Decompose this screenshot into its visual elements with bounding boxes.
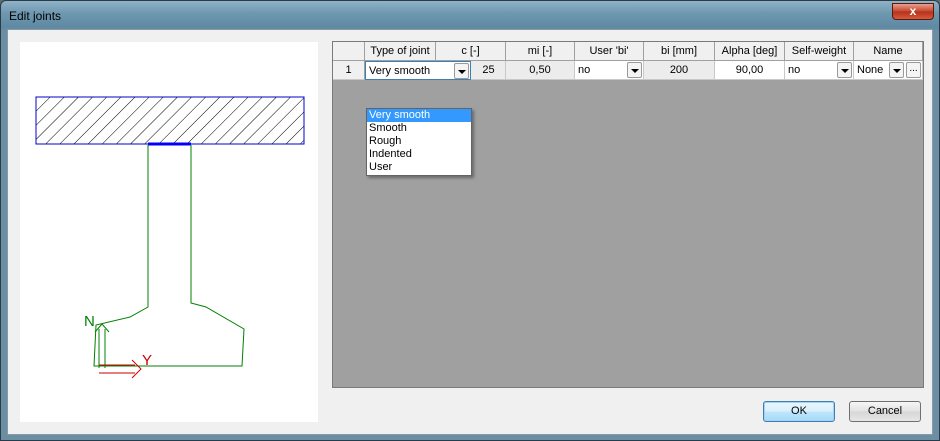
mi-cell[interactable]: 0,50: [506, 61, 575, 80]
grid-header-corner: [333, 42, 365, 61]
dropdown-option-very-smooth[interactable]: Very smooth: [367, 109, 471, 122]
chevron-down-icon[interactable]: [889, 62, 904, 78]
dropdown-option-user[interactable]: User: [367, 161, 471, 174]
col-header-mi[interactable]: mi [-]: [506, 42, 575, 61]
chevron-down-icon[interactable]: [837, 62, 852, 78]
type-of-joint-dropdown-list[interactable]: Very smooth Smooth Rough Indented User: [366, 108, 472, 176]
axis-n: [94, 323, 110, 368]
chevron-down-icon[interactable]: [454, 63, 469, 79]
col-header-bi[interactable]: bi [mm]: [644, 42, 715, 61]
col-header-self-weight[interactable]: Self-weight: [785, 42, 854, 61]
row-number[interactable]: 1: [333, 61, 365, 80]
dropdown-option-smooth[interactable]: Smooth: [367, 122, 471, 135]
close-button[interactable]: x: [892, 3, 934, 20]
bi-cell[interactable]: 200: [644, 61, 715, 80]
type-of-joint-combo[interactable]: Very smooth: [365, 61, 471, 80]
name-combo[interactable]: None ...: [854, 61, 923, 80]
alpha-cell[interactable]: 90,00: [715, 61, 785, 80]
ok-button[interactable]: OK: [763, 401, 835, 422]
col-header-user-bi[interactable]: User 'bi': [575, 42, 644, 61]
cancel-button[interactable]: Cancel: [849, 401, 921, 422]
edit-joints-window: Edit joints x N Y Type of joint c [-] mi…: [0, 0, 940, 441]
col-header-type-of-joint[interactable]: Type of joint: [365, 42, 436, 61]
chevron-down-icon[interactable]: [627, 62, 642, 78]
beam-web-outline: [93, 145, 245, 367]
col-header-alpha[interactable]: Alpha [deg]: [715, 42, 785, 61]
dropdown-option-rough[interactable]: Rough: [367, 135, 471, 148]
col-header-c[interactable]: c [-]: [436, 42, 506, 61]
cross-section-drawing: N Y: [35, 96, 305, 379]
self-weight-value: no: [788, 64, 801, 76]
ellipsis-button[interactable]: ...: [906, 62, 921, 78]
type-of-joint-value: Very smooth: [369, 65, 431, 77]
flange-hatched: [35, 96, 305, 145]
axis-n-label: N: [84, 313, 95, 330]
dialog-client-area: N Y Type of joint c [-] mi [-] User 'bi'…: [7, 29, 933, 435]
user-bi-combo[interactable]: no: [575, 61, 644, 80]
self-weight-combo[interactable]: no: [785, 61, 854, 80]
axis-y-label: Y: [142, 352, 152, 369]
joints-grid[interactable]: Type of joint c [-] mi [-] User 'bi' bi …: [332, 41, 924, 388]
name-value: None: [857, 64, 884, 76]
close-icon: x: [909, 4, 917, 18]
user-bi-value: no: [578, 64, 591, 76]
col-header-name[interactable]: Name: [854, 42, 923, 61]
window-title: Edit joints: [9, 9, 62, 23]
dropdown-option-indented[interactable]: Indented: [367, 148, 471, 161]
cross-section-preview: N Y: [20, 42, 318, 422]
title-bar[interactable]: Edit joints x: [1, 1, 939, 31]
